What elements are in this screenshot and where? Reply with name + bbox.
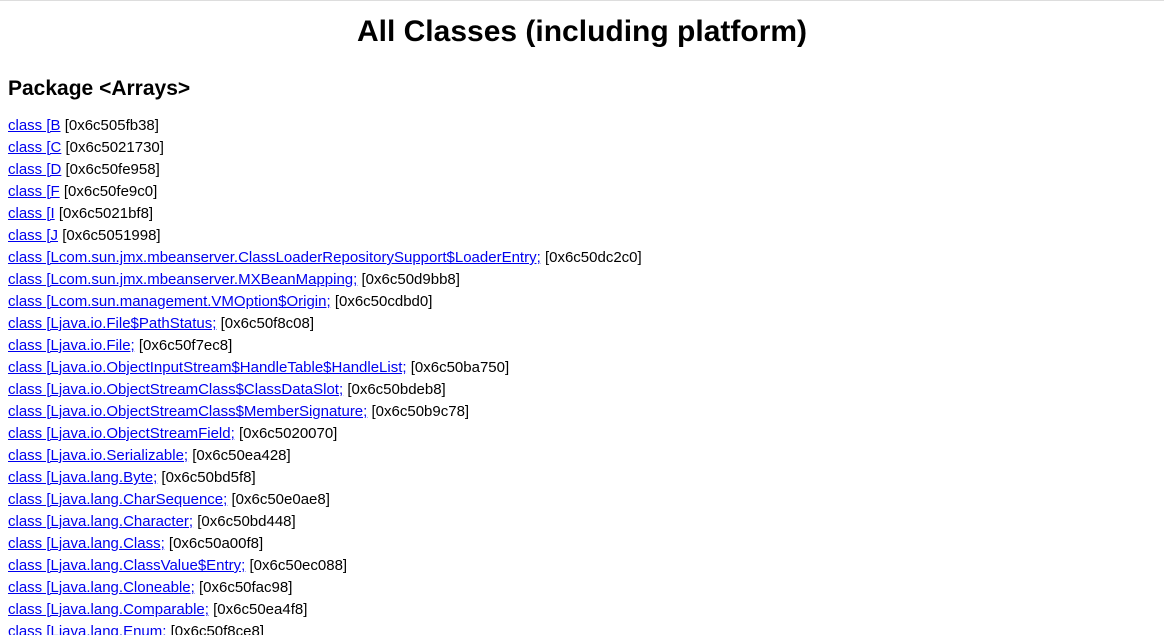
class-link[interactable]: class [Lcom.sun.jmx.mbeanserver.MXBeanMa… bbox=[8, 271, 357, 288]
class-address: [0x6c50ec088] bbox=[250, 557, 348, 574]
class-row: class [Ljava.lang.ClassValue$Entry; [0x6… bbox=[8, 555, 1156, 576]
class-link[interactable]: class [Ljava.lang.CharSequence; bbox=[8, 491, 227, 508]
class-row: class [I [0x6c5021bf8] bbox=[8, 203, 1156, 224]
class-link[interactable]: class [Lcom.sun.jmx.mbeanserver.ClassLoa… bbox=[8, 249, 541, 266]
class-link[interactable]: class [Ljava.io.File$PathStatus; bbox=[8, 315, 216, 332]
class-row: class [Lcom.sun.management.VMOption$Orig… bbox=[8, 291, 1156, 312]
class-row: class [Ljava.io.ObjectStreamField; [0x6c… bbox=[8, 423, 1156, 444]
class-row: class [Ljava.lang.Comparable; [0x6c50ea4… bbox=[8, 599, 1156, 620]
class-row: class [Ljava.lang.Character; [0x6c50bd44… bbox=[8, 511, 1156, 532]
class-address: [0x6c5020070] bbox=[239, 425, 337, 442]
class-address: [0x6c50a00f8] bbox=[169, 535, 263, 552]
class-list: class [B [0x6c505fb38]class [C [0x6c5021… bbox=[8, 115, 1156, 635]
class-row: class [Ljava.io.ObjectStreamClass$ClassD… bbox=[8, 379, 1156, 400]
class-address: [0x6c50bdeb8] bbox=[347, 381, 445, 398]
class-address: [0x6c50bd5f8] bbox=[161, 469, 255, 486]
class-row: class [Ljava.io.Serializable; [0x6c50ea4… bbox=[8, 445, 1156, 466]
class-row: class [Ljava.io.ObjectStreamClass$Member… bbox=[8, 401, 1156, 422]
class-row: class [J [0x6c5051998] bbox=[8, 225, 1156, 246]
class-link[interactable]: class [Ljava.io.ObjectStreamClass$ClassD… bbox=[8, 381, 343, 398]
class-row: class [C [0x6c5021730] bbox=[8, 137, 1156, 158]
class-link[interactable]: class [B bbox=[8, 117, 61, 134]
class-row: class [Lcom.sun.jmx.mbeanserver.ClassLoa… bbox=[8, 247, 1156, 268]
page-title: All Classes (including platform) bbox=[8, 15, 1156, 49]
class-row: class [Ljava.io.File; [0x6c50f7ec8] bbox=[8, 335, 1156, 356]
class-row: class [Ljava.io.ObjectInputStream$Handle… bbox=[8, 357, 1156, 378]
class-row: class [B [0x6c505fb38] bbox=[8, 115, 1156, 136]
class-address: [0x6c50ea4f8] bbox=[213, 601, 307, 618]
class-link[interactable]: class [Ljava.io.ObjectInputStream$Handle… bbox=[8, 359, 407, 376]
class-row: class [Lcom.sun.jmx.mbeanserver.MXBeanMa… bbox=[8, 269, 1156, 290]
class-link[interactable]: class [Lcom.sun.management.VMOption$Orig… bbox=[8, 293, 331, 310]
class-link[interactable]: class [D bbox=[8, 161, 61, 178]
class-address: [0x6c50cdbd0] bbox=[335, 293, 433, 310]
class-address: [0x6c50f8ce8] bbox=[171, 623, 264, 635]
class-address: [0x6c505fb38] bbox=[65, 117, 159, 134]
class-address: [0x6c50d9bb8] bbox=[362, 271, 460, 288]
class-link[interactable]: class [Ljava.io.ObjectStreamClass$Member… bbox=[8, 403, 367, 420]
class-link[interactable]: class [C bbox=[8, 139, 61, 156]
class-address: [0x6c50ea428] bbox=[192, 447, 290, 464]
class-address: [0x6c50b9c78] bbox=[372, 403, 470, 420]
class-link[interactable]: class [I bbox=[8, 205, 55, 222]
class-link[interactable]: class [Ljava.io.ObjectStreamField; bbox=[8, 425, 235, 442]
class-link[interactable]: class [Ljava.lang.Enum; bbox=[8, 623, 166, 635]
class-address: [0x6c50fe9c0] bbox=[64, 183, 157, 200]
page-body: All Classes (including platform) Package… bbox=[0, 0, 1164, 635]
class-address: [0x6c50ba750] bbox=[411, 359, 509, 376]
class-row: class [Ljava.lang.Enum; [0x6c50f8ce8] bbox=[8, 621, 1156, 635]
class-address: [0x6c50fac98] bbox=[199, 579, 292, 596]
class-address: [0x6c5021730] bbox=[66, 139, 164, 156]
class-link[interactable]: class [Ljava.lang.Byte; bbox=[8, 469, 157, 486]
class-link[interactable]: class [F bbox=[8, 183, 60, 200]
class-address: [0x6c50bd448] bbox=[197, 513, 295, 530]
class-row: class [Ljava.lang.Byte; [0x6c50bd5f8] bbox=[8, 467, 1156, 488]
class-address: [0x6c5021bf8] bbox=[59, 205, 153, 222]
class-link[interactable]: class [Ljava.io.File; bbox=[8, 337, 135, 354]
class-address: [0x6c50e0ae8] bbox=[231, 491, 329, 508]
class-row: class [Ljava.lang.Cloneable; [0x6c50fac9… bbox=[8, 577, 1156, 598]
class-row: class [Ljava.lang.Class; [0x6c50a00f8] bbox=[8, 533, 1156, 554]
class-address: [0x6c50fe958] bbox=[66, 161, 160, 178]
class-row: class [D [0x6c50fe958] bbox=[8, 159, 1156, 180]
class-row: class [Ljava.lang.CharSequence; [0x6c50e… bbox=[8, 489, 1156, 510]
class-row: class [F [0x6c50fe9c0] bbox=[8, 181, 1156, 202]
class-link[interactable]: class [Ljava.io.Serializable; bbox=[8, 447, 188, 464]
class-link[interactable]: class [Ljava.lang.Comparable; bbox=[8, 601, 209, 618]
class-address: [0x6c5051998] bbox=[62, 227, 160, 244]
class-address: [0x6c50dc2c0] bbox=[545, 249, 642, 266]
class-link[interactable]: class [Ljava.lang.Cloneable; bbox=[8, 579, 195, 596]
class-address: [0x6c50f7ec8] bbox=[139, 337, 232, 354]
class-address: [0x6c50f8c08] bbox=[221, 315, 314, 332]
class-link[interactable]: class [J bbox=[8, 227, 58, 244]
class-row: class [Ljava.io.File$PathStatus; [0x6c50… bbox=[8, 313, 1156, 334]
class-link[interactable]: class [Ljava.lang.ClassValue$Entry; bbox=[8, 557, 245, 574]
package-heading: Package <Arrays> bbox=[8, 77, 1156, 101]
class-link[interactable]: class [Ljava.lang.Class; bbox=[8, 535, 165, 552]
class-link[interactable]: class [Ljava.lang.Character; bbox=[8, 513, 193, 530]
